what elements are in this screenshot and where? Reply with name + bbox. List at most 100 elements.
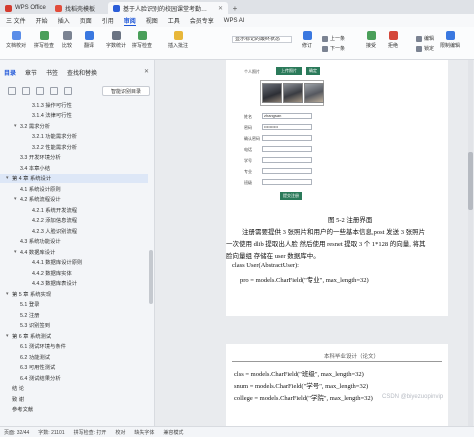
markup-display-select[interactable]: 显示标记的最终状态 [232,36,292,43]
tab-bookmarks[interactable]: 书签 [46,68,58,77]
toc-scroll-thumb[interactable] [149,250,153,304]
toc-item[interactable]: 4.2.2 添加信息流程 [0,216,148,225]
template-icon [55,4,62,12]
menu-review[interactable]: 审阅 [123,16,136,26]
menu-wps-ai[interactable]: WPS AI [224,18,245,24]
lock-button[interactable]: 锁定 [416,45,434,52]
toc-item[interactable]: ▾ 第 5 章 系统实现 [0,289,148,298]
toc-item[interactable]: ▾ 3.2 需求分析 [0,121,148,130]
face-photo [262,83,282,103]
toc-item[interactable]: 6.1 测试环境与条件 [0,342,148,351]
menu-home[interactable]: 开始 [36,16,48,25]
menu-references[interactable]: 引用 [102,16,114,25]
new-tab-button[interactable]: + [228,2,242,14]
tab-templates[interactable]: 找稻壳模板 [50,2,108,14]
paragraph-line: 注册需要提供 3 张照片和用户的一些基本信息,post 发送 3 张照片 [242,229,426,236]
document-scrollbar[interactable] [468,60,473,426]
form-input-name: zhangsan [262,113,312,119]
remove-item-icon[interactable] [50,87,58,95]
code-line: pro = models.CharField("专业", max_length=… [240,277,369,284]
arrow-up-icon [322,35,328,42]
compare-icon [62,31,72,40]
menu-page[interactable]: 页面 [80,16,92,25]
missing-font-status[interactable]: 缺失字体 [134,429,154,436]
toc-item[interactable]: 4.4.3 数据库表设计 [0,279,148,288]
restrict-edit-button[interactable]: 限制编辑 [440,31,460,49]
toc-item-label: 4.4.1 数据库设计原则 [32,260,83,266]
tab-chapters[interactable]: 章节 [25,68,37,77]
toc-item[interactable]: 3.2.2 性能需求分析 [0,142,148,151]
word-count[interactable]: 字数: 21101 [38,429,64,436]
toc-item[interactable]: 致 谢 [0,394,148,403]
toc-item-label: 6.4 测试结果分析 [20,375,61,382]
menu-insert[interactable]: 插入 [58,16,70,25]
form-input-phone [262,146,312,152]
toc-item[interactable]: 结 论 [0,384,148,393]
add-item-icon[interactable] [36,87,44,95]
editor-button[interactable]: 编辑 [416,35,434,42]
toc-item[interactable]: 6.4 测试结果分析 [0,373,148,382]
accept-button[interactable]: 接受 [366,31,376,49]
toc-item-label: 第 4 章 系统设计 [12,176,52,182]
toc-item[interactable]: 6.3 可用性测试 [0,363,148,372]
toc-item[interactable]: 3.1.3 操作可行性 [0,100,148,109]
toc-item[interactable]: 4.4.1 数据库设计原则 [0,258,148,267]
toc-item[interactable]: ▾ 第 4 章 系统设计 [0,173,148,183]
word-count-button[interactable]: 字数统计 [106,31,126,49]
code-line: snum = models.CharField("学号", max_length… [234,383,369,390]
prev-change-button[interactable]: 上一条 [322,35,345,42]
close-pane-icon[interactable]: ✕ [144,68,149,75]
next-change-button[interactable]: 下一条 [322,45,345,52]
toc-item[interactable]: 5.3 识别签到 [0,321,148,330]
track-changes-button[interactable]: 修订 [302,31,312,49]
toc-item[interactable]: 参考文献 [0,405,148,414]
page-indicator[interactable]: 页面: 32/44 [4,429,29,436]
form-input-major [262,168,312,174]
toc-item[interactable]: 5.2 注册 [0,310,148,319]
tab-wps-office[interactable]: WPS Office [0,2,50,14]
document-scroll-thumb[interactable] [468,152,473,210]
menu-view[interactable]: 视图 [146,16,158,25]
format-check-icon [137,31,147,40]
toc-item[interactable]: ▾ 4.4 数据库设计 [0,247,148,256]
status-bar: 页面: 32/44 字数: 21101 拼写检查: 打开 校对 缺失字体 兼容模… [0,426,474,437]
close-tab-icon[interactable]: ✕ [218,5,223,12]
insert-comment-button[interactable]: 插入批注 [168,31,188,49]
expand-all-icon[interactable] [8,87,16,95]
format-check-button[interactable]: 拼写检查 [132,31,152,49]
toc-item[interactable]: 4.2.3 人脸识别流程 [0,226,148,235]
collapse-all-icon[interactable] [22,87,30,95]
compare-button[interactable]: 比较 [62,31,72,49]
spell-check-button[interactable]: 拼写检查 [34,31,54,49]
toc-item[interactable]: ▾ 第 6 章 系统测试 [0,331,148,340]
page[interactable]: 本科毕业设计（论文） clss = models.CharField("班级",… [226,344,448,426]
menu-member[interactable]: 会员专享 [190,16,214,25]
toc-item-label: 5.2 注册 [20,312,40,319]
toc-item[interactable]: 5.1 登录 [0,300,148,309]
tab-toc[interactable]: 目录 [4,68,16,77]
page[interactable]: 个人照片 上传照片 确定 姓名 zhangsan 密码 •••••••••• 确… [226,60,448,316]
toc-item[interactable]: 3.2.1 功能需求分析 [0,132,148,141]
toc-item[interactable]: 3.1.4 法律可行性 [0,111,148,120]
toc-item[interactable]: 4.2.1 系统开发流程 [0,205,148,214]
toc-item[interactable]: 3.4 本章小结 [0,163,148,172]
toc-item[interactable]: 4.3 系统功能设计 [0,237,148,246]
toc-item-label: 参考文献 [12,407,34,413]
doc-check-button[interactable]: 文档校对 [6,31,26,49]
toc-item[interactable]: 3.3 开发环境分析 [0,153,148,162]
translate-button[interactable]: 翻译 [84,31,94,49]
spell-check-status[interactable]: 拼写检查: 打开 [74,429,107,436]
tab-document[interactable]: 基于人脸识别的校园课堂考勤系统 ✕ [108,2,228,14]
toc-item[interactable]: 4.4.2 数据库实体 [0,268,148,277]
toc-item[interactable]: 4.1 系统设计原则 [0,184,148,193]
menu-file[interactable]: 三 文件 [6,16,26,25]
toc-item[interactable]: ▾ 4.2 系统流程设计 [0,195,148,204]
smart-toc-button[interactable]: 智能识别目录 [102,86,150,96]
menu-tools[interactable]: 工具 [168,16,180,25]
proofread-status[interactable]: 校对 [115,429,125,436]
reject-button[interactable]: 拒绝 [388,31,398,49]
form-input-class [262,179,312,185]
toc-item[interactable]: 6.2 功能测试 [0,352,148,361]
tab-find-replace[interactable]: 查找和替换 [67,68,97,77]
more-options-icon[interactable] [64,87,72,95]
